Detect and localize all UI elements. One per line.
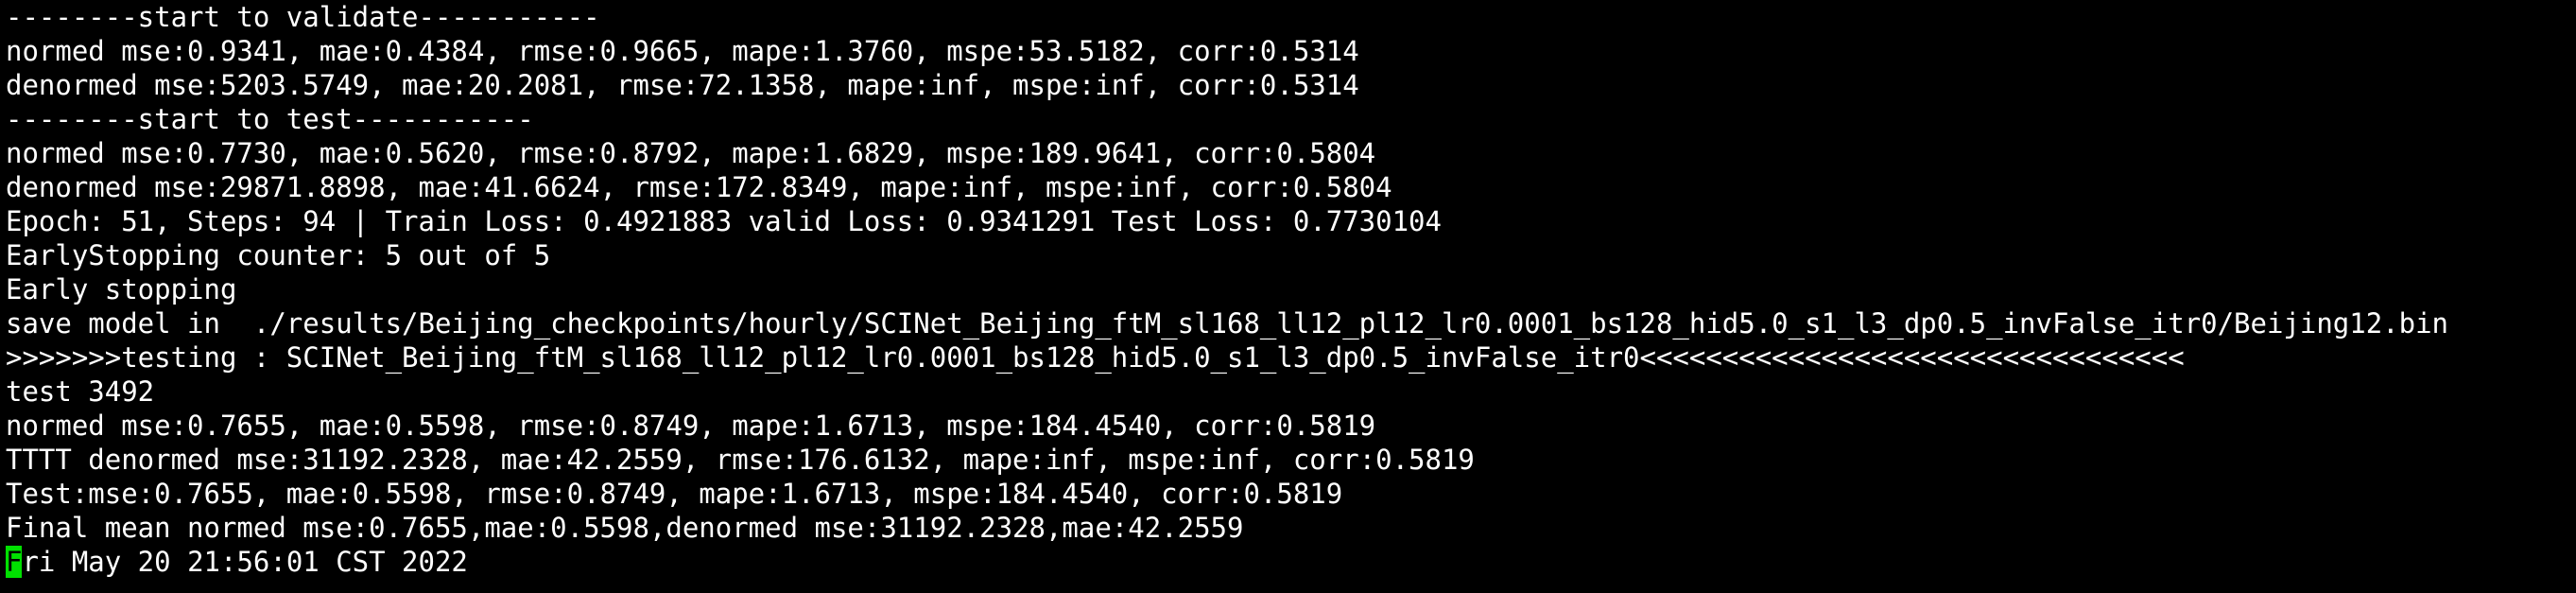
terminal-line: normed mse:0.9341, mae:0.4384, rmse:0.96…: [6, 35, 1359, 67]
terminal-line: normed mse:0.7730, mae:0.5620, rmse:0.87…: [6, 137, 1376, 169]
terminal-line: denormed mse:5203.5749, mae:20.2081, rms…: [6, 69, 1359, 101]
terminal-line: Test:mse:0.7655, mae:0.5598, rmse:0.8749…: [6, 478, 1343, 510]
terminal-prompt-line[interactable]: Fri May 20 21:56:01 CST 2022: [6, 545, 2576, 579]
terminal-line: Early stopping: [6, 273, 237, 305]
terminal-cursor: F: [6, 546, 23, 578]
terminal-line: save model in ./results/Beijing_checkpoi…: [6, 307, 2449, 340]
terminal-window[interactable]: --------start to validate----------- nor…: [0, 0, 2576, 593]
terminal-line: TTTT denormed mse:31192.2328, mae:42.255…: [6, 444, 1475, 476]
terminal-line: normed mse:0.7655, mae:0.5598, rmse:0.87…: [6, 410, 1376, 442]
terminal-line: --------start to test-----------: [6, 103, 534, 135]
terminal-line: test 3492: [6, 375, 155, 408]
terminal-line: Epoch: 51, Steps: 94 | Train Loss: 0.492…: [6, 205, 1442, 237]
terminal-line: >>>>>>>testing : SCINet_Beijing_ftM_sl16…: [6, 341, 2185, 374]
terminal-date-output: ri May 20 21:56:01 CST 2022: [22, 546, 468, 578]
terminal-line: EarlyStopping counter: 5 out of 5: [6, 239, 551, 271]
terminal-line: denormed mse:29871.8898, mae:41.6624, rm…: [6, 171, 1392, 203]
terminal-line: Final mean normed mse:0.7655,mae:0.5598,…: [6, 512, 1244, 544]
terminal-line: --------start to validate-----------: [6, 1, 600, 33]
